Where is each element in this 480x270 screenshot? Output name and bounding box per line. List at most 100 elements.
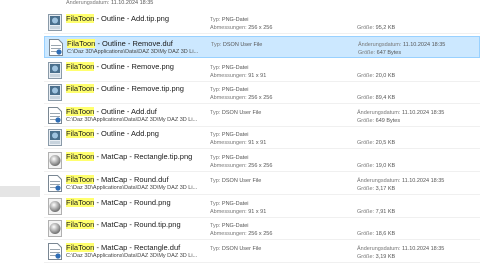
navigation-selected-item[interactable] bbox=[0, 186, 40, 197]
file-size-value: 20,0 KB bbox=[375, 73, 396, 79]
file-type-label: Typ: bbox=[210, 87, 222, 93]
file-dimensions-value: 91 x 91 bbox=[248, 73, 267, 79]
file-size-label: Größe: bbox=[357, 163, 376, 169]
file-size: Größe: 95,2 KB bbox=[357, 25, 395, 31]
file-type: Typ: PNG-Datei bbox=[210, 223, 249, 229]
file-size-value: 19,0 KB bbox=[375, 163, 396, 169]
file-date-label: Änderungsdatum: bbox=[357, 178, 402, 184]
file-name[interactable]: FilaToon - MatCap - Rectangle.tip.png bbox=[66, 152, 192, 161]
file-row[interactable]: FilaToon - Outline - Add.png Typ: PNG-Dat… bbox=[44, 127, 480, 149]
search-highlight: FilaToon bbox=[66, 14, 95, 23]
file-size: Größe: 20,5 KB bbox=[357, 140, 395, 146]
partial-row-meta: Änderungsdatum: 11.10.2024 18:35 bbox=[66, 0, 154, 6]
file-date-value: 11.10.2024 18:35 bbox=[402, 42, 446, 48]
file-name[interactable]: FilaToon - MatCap - Rectangle.duf bbox=[66, 243, 180, 252]
file-type-label: Typ: bbox=[210, 110, 222, 116]
file-name-rest: - Outline - Add.duf bbox=[94, 107, 157, 116]
search-highlight: FilaToon bbox=[66, 220, 95, 229]
file-path: C:\Daz 3D\Applications\Data\DAZ 3D\My DA… bbox=[66, 117, 198, 123]
file-name[interactable]: FilaToon - Outline - Add.duf bbox=[66, 107, 157, 116]
file-name[interactable]: FilaToon - MatCap - Round.duf bbox=[66, 175, 169, 184]
file-type-label: Typ: bbox=[210, 178, 222, 184]
file-date-label: Änderungsdatum: bbox=[357, 246, 402, 252]
file-name[interactable]: FilaToon - Outline - Add.png bbox=[66, 129, 159, 138]
file-type-value: DSON User File bbox=[221, 178, 262, 184]
file-row[interactable]: FilaToon - Outline - Add.duf C:\Daz 3D\Ap… bbox=[44, 105, 480, 127]
file-dimensions: Abmessungen: 256 x 256 bbox=[210, 163, 272, 169]
file-size-value: 647 Bytes bbox=[376, 50, 402, 56]
file-type-label: Typ: bbox=[210, 65, 222, 71]
file-size-label: Größe: bbox=[357, 140, 376, 146]
sphere-thumbnail-icon bbox=[48, 152, 62, 169]
search-highlight: FilaToon bbox=[66, 84, 95, 93]
file-size: Größe: 3,17 KB bbox=[357, 186, 395, 192]
file-row[interactable]: FilaToon - MatCap - Round.duf C:\Daz 3D\A… bbox=[44, 173, 480, 195]
file-date: Änderungsdatum: 11.10.2024 18:35 bbox=[357, 246, 444, 252]
file-size-label: Größe: bbox=[357, 254, 376, 260]
file-name-rest: - MatCap - Round.duf bbox=[94, 175, 169, 184]
file-row[interactable]: FilaToon - MatCap - Round.png Typ: PNG-Da… bbox=[44, 196, 480, 218]
file-row[interactable]: FilaToon - MatCap - Rectangle.duf C:\Daz … bbox=[44, 241, 480, 263]
file-dimensions: Abmessungen: 91 x 91 bbox=[210, 73, 266, 79]
file-row[interactable]: FilaToon - MatCap - Rectangle.tip.png Typ… bbox=[44, 150, 480, 172]
file-name-rest: - Outline - Remove.duf bbox=[95, 39, 173, 48]
file-row[interactable]: FilaToon - Outline - Remove.png Typ: PNG-… bbox=[44, 60, 480, 82]
search-highlight: FilaToon bbox=[66, 243, 95, 252]
file-size-label: Größe: bbox=[357, 95, 376, 101]
file-date-value: 11.10.2024 18:35 bbox=[401, 110, 445, 116]
file-type-value: PNG-Datei bbox=[221, 201, 249, 207]
file-name-rest: - MatCap - Round.png bbox=[94, 198, 171, 207]
search-highlight: FilaToon bbox=[66, 107, 95, 116]
file-type: Typ: DSON User File bbox=[210, 246, 261, 252]
file-type-label: Typ: bbox=[210, 246, 222, 252]
file-row[interactable]: FilaToon - Outline - Remove.tip.png Typ: … bbox=[44, 82, 480, 104]
file-size-value: 95,2 KB bbox=[375, 25, 396, 31]
file-row[interactable]: FilaToon - Outline - Remove.duf C:\Daz 3D… bbox=[44, 36, 480, 58]
file-row[interactable]: FilaToon - MatCap - Round.tip.png Typ: PN… bbox=[44, 218, 480, 240]
file-date: Änderungsdatum: 11.10.2024 18:35 bbox=[358, 42, 445, 48]
file-path: C:\Daz 3D\Applications\Data\DAZ 3D\My DA… bbox=[67, 49, 199, 55]
search-highlight: FilaToon bbox=[66, 198, 95, 207]
file-row[interactable]: FilaToon - Outline - Add.tip.png Typ: PNG… bbox=[44, 12, 480, 34]
file-dimensions-label: Abmessungen: bbox=[210, 25, 249, 31]
file-name-rest: - Outline - Add.png bbox=[94, 129, 159, 138]
search-highlight: FilaToon bbox=[66, 152, 95, 161]
search-highlight: FilaToon bbox=[67, 39, 96, 48]
file-name[interactable]: FilaToon - Outline - Add.tip.png bbox=[66, 14, 169, 23]
file-size: Größe: 649 Bytes bbox=[357, 118, 400, 124]
file-size-value: 89,4 KB bbox=[375, 95, 396, 101]
file-list: Änderungsdatum: 11.10.2024 18:35 FilaToo… bbox=[40, 0, 480, 270]
file-type-value: DSON User File bbox=[221, 110, 262, 116]
file-type: Typ: DSON User File bbox=[210, 178, 261, 184]
file-date-value: 11.10.2024 18:35 bbox=[401, 246, 445, 252]
search-highlight: FilaToon bbox=[66, 62, 95, 71]
file-type-value: PNG-Datei bbox=[221, 17, 249, 23]
file-type: Typ: PNG-Datei bbox=[210, 87, 249, 93]
file-name[interactable]: FilaToon - MatCap - Round.png bbox=[66, 198, 171, 207]
file-dimensions-label: Abmessungen: bbox=[210, 231, 249, 237]
file-dimensions: Abmessungen: 256 x 256 bbox=[210, 95, 272, 101]
file-date-label: Änderungsdatum: bbox=[358, 42, 403, 48]
file-dimensions-value: 256 x 256 bbox=[248, 163, 273, 169]
file-name[interactable]: FilaToon - Outline - Remove.tip.png bbox=[66, 84, 184, 93]
file-name-rest: - MatCap - Rectangle.duf bbox=[94, 243, 181, 252]
file-dimensions: Abmessungen: 91 x 91 bbox=[210, 140, 266, 146]
file-size-label: Größe: bbox=[357, 118, 376, 124]
file-name-rest: - Outline - Remove.tip.png bbox=[94, 84, 184, 93]
png-thumbnail-icon bbox=[48, 14, 62, 31]
file-size-value: 7,91 KB bbox=[375, 209, 396, 215]
file-size-label: Größe: bbox=[357, 209, 376, 215]
file-name-rest: - Outline - Add.tip.png bbox=[94, 14, 169, 23]
file-date: Änderungsdatum: 11.10.2024 18:35 bbox=[357, 178, 444, 184]
file-dimensions: Abmessungen: 256 x 256 bbox=[210, 25, 272, 31]
file-size-label: Größe: bbox=[357, 231, 376, 237]
file-name[interactable]: FilaToon - Outline - Remove.png bbox=[66, 62, 174, 71]
file-date-label: Änderungsdatum: bbox=[357, 110, 402, 116]
file-type: Typ: DSON User File bbox=[210, 110, 261, 116]
file-name[interactable]: FilaToon - MatCap - Round.tip.png bbox=[66, 220, 181, 229]
file-size-label: Größe: bbox=[357, 186, 376, 192]
file-type-label: Typ: bbox=[210, 155, 222, 161]
file-size: Größe: 20,0 KB bbox=[357, 73, 395, 79]
file-dimensions-value: 91 x 91 bbox=[248, 140, 267, 146]
file-name[interactable]: FilaToon - Outline - Remove.duf bbox=[67, 39, 173, 48]
